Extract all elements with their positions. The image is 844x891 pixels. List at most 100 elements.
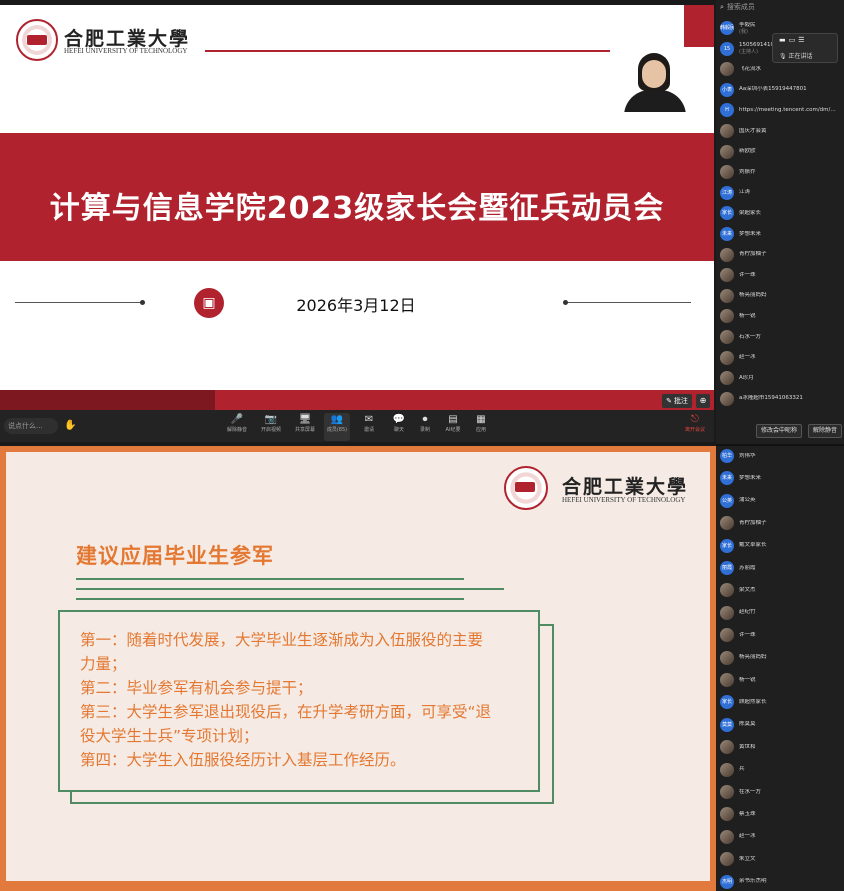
member-name-text: 梦想未来 [739, 474, 762, 481]
member-item[interactable]: 家长 顾超然家长 [720, 692, 844, 712]
avatar [720, 288, 734, 303]
member-item[interactable]: 杨一锐 [720, 670, 844, 690]
view-toggle-icons[interactable]: ▬▭☰ [779, 36, 808, 44]
member-name-text: 杨一锐 [739, 676, 756, 683]
member-item[interactable]: 未来 梦想未来 [720, 468, 844, 488]
member-name-text: 杨亮丽妈妈 [739, 292, 767, 299]
toolbar-button[interactable]: ✉ 邀请 [356, 413, 382, 441]
member-item[interactable]: 兵 [720, 760, 844, 780]
member-item[interactable]: 黄世和 [720, 737, 844, 757]
toolbar-button[interactable]: 👥 成员(85) [324, 413, 350, 441]
member-item[interactable]: 小表 Aa深圳小表15919447801 [720, 80, 844, 100]
speaker-icon: 🎙 [779, 53, 787, 60]
avatar [720, 829, 734, 844]
toolbar-button[interactable]: ▤ AI纪要 [440, 413, 466, 441]
toolbar-label: 共享屏幕 [294, 427, 315, 433]
toolbar-icon: 📷 [264, 414, 278, 425]
member-name: 梁超家长 [739, 210, 761, 217]
member-name: Aa深圳小表15919447801 [739, 86, 807, 93]
avatar [720, 807, 734, 822]
panel-divider [716, 444, 844, 446]
member-name: 刘伟华 [739, 453, 756, 460]
member-item[interactable]: 青柠加柚子 [720, 513, 844, 533]
content-line: 第一：随着时代发展，大学毕业生逐渐成为入伍服役的主要 [80, 631, 484, 649]
chat-input[interactable]: 说点什么... [4, 418, 58, 434]
toolbar-icon: 👥 [330, 414, 344, 425]
member-item[interactable]: 许一珠 [720, 625, 844, 645]
avatar [720, 740, 734, 755]
member-name: 许一珠 [739, 632, 756, 639]
zoom-icon[interactable]: ⊕ [696, 394, 710, 408]
toolbar-button[interactable]: ▦ 应用 [468, 413, 494, 441]
member-item[interactable]: 公英 蒲公英 [720, 491, 844, 511]
member-name: 青柠加柚子 [739, 520, 767, 527]
member-name: 许一珠 [739, 272, 756, 279]
member-item[interactable]: 新欧欧 [720, 142, 844, 162]
right-divider [563, 300, 691, 305]
toolbar-button[interactable]: 💬 聊天 [386, 413, 412, 441]
toolbar-label: 录制 [419, 427, 430, 433]
avatar [720, 852, 734, 867]
member-name-text: 青柠加柚子 [739, 251, 767, 258]
member-item[interactable]: 柏华 刘伟华 [720, 446, 844, 466]
slide-title: 计算与信息学院2023级家长会暨征兵动员会 [49, 191, 665, 226]
member-item[interactable]: 国庆才会黄 [720, 121, 844, 141]
member-item[interactable]: 刘振乔 [720, 162, 844, 182]
avatar: 家长 [720, 538, 734, 553]
member-item[interactable]: 丽霞 苏丽霞 [720, 558, 844, 578]
avatar: 家长 [720, 695, 734, 710]
member-name: 梁文杰 [739, 587, 756, 594]
speaker-video-tile[interactable] [610, 50, 700, 112]
member-item[interactable]: 杨亮丽妈妈 [720, 648, 844, 668]
member-name-text: 杨一锐 [739, 312, 756, 319]
avatar [720, 165, 734, 180]
member-item[interactable]: Hhttps://meeting.tencent.com/dm/eceMO [720, 100, 844, 120]
member-item[interactable]: 梁文杰 [720, 580, 844, 600]
member-item[interactable]: 杨亮丽妈妈 [720, 286, 844, 306]
member-item[interactable]: 在水一方 [720, 782, 844, 802]
member-item[interactable]: 赵纪竹 [720, 603, 844, 623]
toolbar-label: 邀请 [363, 427, 374, 433]
member-name-text: 梁超家长 [739, 209, 762, 216]
member-item[interactable]: 江涛 江涛 [720, 183, 844, 203]
member-item[interactable]: a冰隆超市15941063321 [720, 389, 844, 409]
toolbar-button[interactable]: 🎤 解除静音 [224, 413, 250, 441]
member-item[interactable]: 赵一冰 [720, 348, 844, 368]
member-name-text: 苏丽霞 [739, 564, 756, 571]
leave-meeting-button[interactable]: ⎋ 离开会议 [682, 413, 708, 441]
member-item[interactable]: 杨一锐 [720, 306, 844, 326]
member-item[interactable]: 朱立文 [720, 849, 844, 869]
presentation-icon: ▣ [194, 288, 224, 318]
avatar [720, 650, 734, 665]
toolbar-button[interactable]: ⏺ 录制 [412, 413, 438, 441]
rename-button[interactable]: 修改会中昵称 [756, 424, 802, 438]
toolbar-button[interactable]: 🖥 共享屏幕 [292, 413, 318, 441]
exit-icon: ⎋ [691, 414, 699, 425]
member-name-text: 飞花流水 [739, 65, 762, 72]
toolbar-button[interactable]: 📷 开启视频 [258, 413, 284, 441]
toolbar-label: AI纪要 [445, 427, 461, 433]
member-item[interactable]: 蔡玉珠 [720, 804, 844, 824]
member-item[interactable]: A珍月 [720, 368, 844, 388]
raise-hand-icon[interactable]: ✋ [64, 420, 76, 431]
member-item[interactable]: 未来 梦想未来 [720, 224, 844, 244]
member-item[interactable]: 莫莫 陈莫莫 [720, 715, 844, 735]
annotate-button[interactable]: ✎ 批注 [662, 394, 692, 408]
member-name-text: 刘伟华 [739, 452, 756, 459]
unmute-button[interactable]: 解除静音 [808, 424, 842, 438]
member-name-text: 石水一方 [739, 333, 762, 340]
heading-rule-3 [76, 598, 464, 600]
toolbar-label: 成员(85) [326, 427, 348, 433]
member-item[interactable]: 许一珠 [720, 265, 844, 285]
member-item[interactable]: 家长 戴文卓家长 [720, 536, 844, 556]
member-item[interactable]: 赵一冰 [720, 827, 844, 847]
member-item[interactable]: 石水一方 [720, 327, 844, 347]
speaking-popup: ▬▭☰ 🎙 正在讲话 [772, 33, 838, 63]
avatar [720, 350, 734, 365]
member-search-input[interactable]: ⌕ 搜索成员 [720, 1, 840, 13]
university-seal-icon [504, 466, 548, 510]
toolbar-label: 开启视频 [260, 427, 281, 433]
member-item[interactable]: 家长 梁超家长 [720, 203, 844, 223]
member-item[interactable]: 杰明 余书乐杰明 [720, 872, 844, 891]
member-item[interactable]: 青柠加柚子 [720, 245, 844, 265]
